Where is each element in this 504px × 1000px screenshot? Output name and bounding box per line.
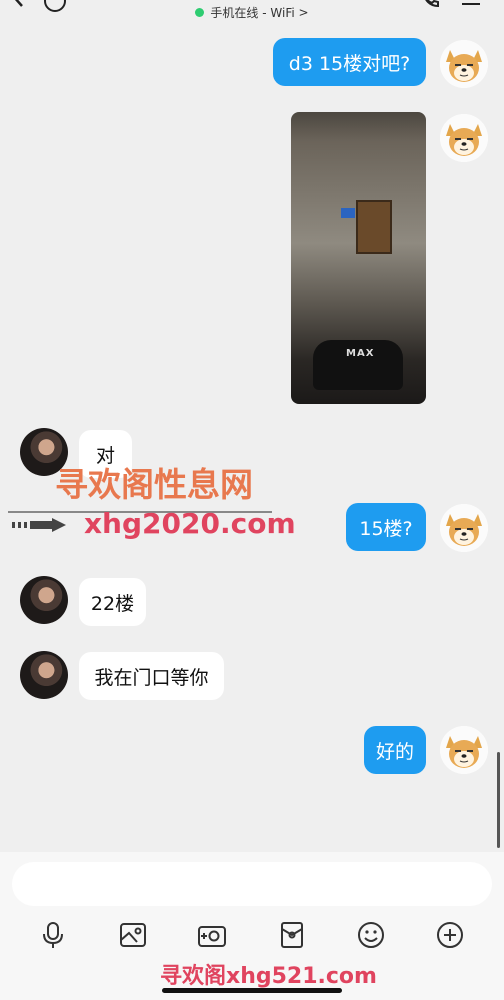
message-text: d3 15楼对吧? [288,52,411,75]
menu-icon[interactable] [460,0,482,12]
image-icon[interactable] [118,920,148,950]
home-indicator[interactable] [162,988,342,993]
message-text: 好的 [376,740,415,763]
message-bubble-incoming[interactable]: 22楼 [79,578,146,626]
emoji-icon[interactable] [356,920,386,950]
watermark-url: xhg2020.com [84,507,296,540]
scrollbar[interactable] [497,752,500,848]
arrow-right-icon [12,518,66,532]
shiba-avatar-icon [440,114,488,162]
photo-frame [356,200,392,254]
watermark-text: 寻欢阁性息网 [55,465,253,504]
camera-icon[interactable] [197,920,227,950]
message-bubble-outgoing[interactable]: 15楼? [346,503,426,551]
plus-icon[interactable] [435,920,465,950]
photo-sign [341,208,355,218]
message-text: 15楼? [359,517,413,540]
message-text: 22楼 [90,592,135,615]
message-input[interactable] [12,862,492,906]
image-message[interactable]: MAX [291,112,426,404]
shiba-avatar-icon [440,504,488,552]
message-bubble-outgoing[interactable]: d3 15楼对吧? [273,38,426,86]
red-packet-icon[interactable] [277,920,307,950]
watermark-bottom: 寻欢阁xhg521.com [160,964,377,989]
message-text: 我在门口等你 [94,666,209,689]
my-avatar[interactable] [440,40,488,88]
contact-avatar[interactable] [20,576,68,624]
shiba-avatar-icon [440,40,488,88]
message-bubble-outgoing[interactable]: 好的 [364,726,426,774]
composer-panel: 寻欢阁xhg521.com [0,852,504,1000]
message-bubble-incoming[interactable]: 我在门口等你 [79,652,224,700]
contact-avatar[interactable] [20,651,68,699]
my-avatar[interactable] [440,504,488,552]
watermark-banner: xhg2020.com [8,505,296,545]
chat-header: 手机在线 - WiFi > [0,0,504,26]
chevron-right-icon: > [298,5,309,20]
shiba-avatar-icon [440,726,488,774]
my-avatar[interactable] [440,114,488,162]
online-dot-icon [195,8,205,17]
my-avatar[interactable] [440,726,488,774]
phone-icon[interactable] [420,0,442,8]
microphone-icon[interactable] [38,920,68,950]
photo-logo-text: MAX [346,348,375,359]
